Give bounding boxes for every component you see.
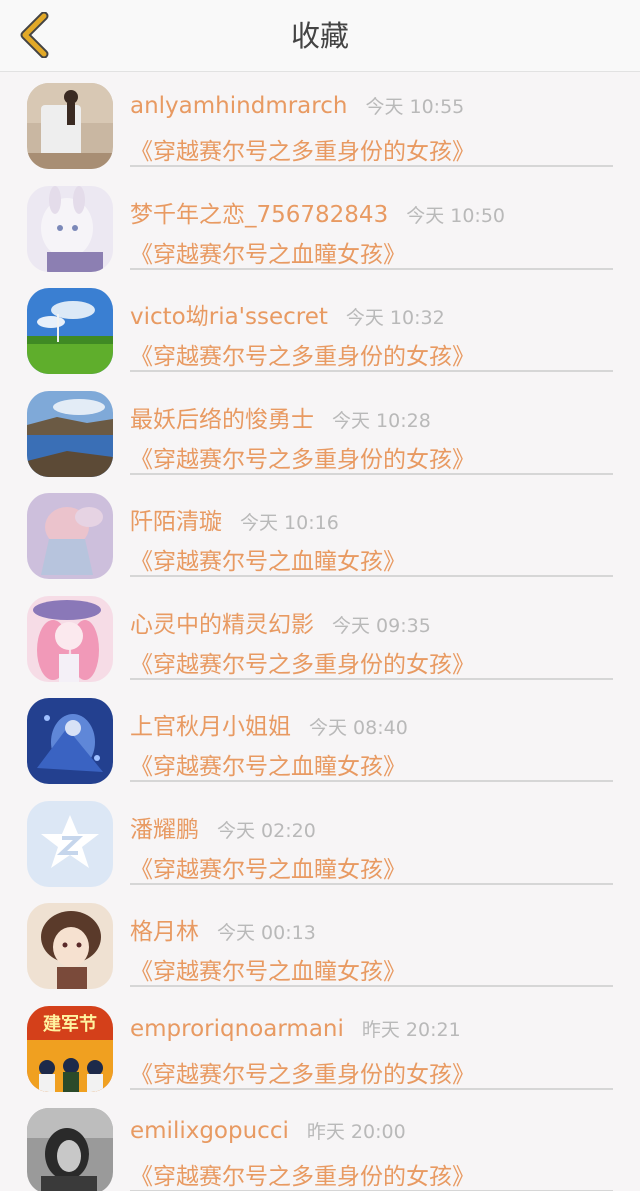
user-name: 格月林 今天 00:13 bbox=[130, 919, 316, 945]
timestamp: 今天 10:50 bbox=[406, 204, 505, 227]
divider bbox=[130, 1087, 613, 1090]
user-name: 最妖后络的悛勇士 今天 10:28 bbox=[130, 406, 431, 433]
timestamp: 今天 08:40 bbox=[309, 717, 408, 739]
user-name: 上官秋月小姐姐 今天 08:40 bbox=[130, 714, 408, 740]
user-name: 阡陌清璇 今天 10:16 bbox=[130, 509, 339, 535]
timestamp: 昨天 20:00 bbox=[306, 1121, 406, 1143]
avatar[interactable] bbox=[27, 595, 113, 682]
timestamp: 今天 10:16 bbox=[240, 512, 339, 534]
timestamp: 今天 00:13 bbox=[217, 922, 316, 944]
book-title[interactable]: 《穿越赛尔号之多重身份的女孩》 bbox=[130, 132, 475, 166]
timestamp: 今天 09:35 bbox=[332, 614, 431, 637]
book-title[interactable]: 《穿越赛尔号之多重身份的女孩》 bbox=[130, 1157, 475, 1191]
book-title[interactable]: 《穿越赛尔号之血瞳女孩》 bbox=[130, 952, 406, 986]
user-name: anlyamhindmrarch 今天 10:55 bbox=[130, 93, 465, 119]
book-title[interactable]: 《穿越赛尔号之多重身份的女孩》 bbox=[130, 337, 475, 371]
list-item[interactable]: 最妖后络的悛勇士 今天 10:28 《穿越赛尔号之多重身份的女孩》 bbox=[0, 380, 640, 483]
list-item[interactable]: 梦千年之恋_756782843 今天 10:50 《穿越赛尔号之血瞳女孩》 bbox=[0, 175, 640, 278]
list-item[interactable]: anlyamhindmrarch 今天 10:55 《穿越赛尔号之多重身份的女孩》 bbox=[0, 72, 640, 175]
navigation-bar: 收藏 bbox=[0, 0, 640, 72]
list-item[interactable]: 上官秋月小姐姐 今天 08:40 《穿越赛尔号之血瞳女孩》 bbox=[0, 687, 640, 790]
user-name: 梦千年之恋_756782843 今天 10:50 bbox=[130, 201, 505, 228]
user-name: 潘耀鹏 今天 02:20 bbox=[130, 816, 316, 843]
avatar[interactable] bbox=[27, 903, 113, 989]
divider bbox=[130, 370, 613, 372]
avatar[interactable] bbox=[27, 493, 113, 579]
book-title[interactable]: 《穿越赛尔号之多重身份的女孩》 bbox=[130, 440, 475, 474]
avatar[interactable] bbox=[27, 185, 113, 272]
book-title[interactable]: 《穿越赛尔号之血瞳女孩》 bbox=[130, 747, 406, 781]
list-item[interactable]: 建军节 emproriqnoarmani 昨天 20:21 《穿越赛尔号之多重身份… bbox=[0, 995, 640, 1098]
book-title[interactable]: 《穿越赛尔号之血瞳女孩》 bbox=[130, 542, 406, 576]
avatar[interactable] bbox=[27, 83, 113, 169]
user-name: victo坳ria'ssecret 今天 10:32 bbox=[130, 304, 445, 330]
user-name: emilixgopucci 昨天 20:00 bbox=[130, 1118, 406, 1144]
divider bbox=[130, 472, 613, 475]
avatar[interactable] bbox=[27, 698, 113, 784]
avatar[interactable] bbox=[27, 1108, 113, 1191]
divider bbox=[130, 780, 613, 782]
book-title[interactable]: 《穿越赛尔号之血瞳女孩》 bbox=[130, 235, 406, 269]
book-title[interactable]: 《穿越赛尔号之多重身份的女孩》 bbox=[130, 645, 475, 679]
favorites-list: anlyamhindmrarch 今天 10:55 《穿越赛尔号之多重身份的女孩》… bbox=[0, 72, 640, 1191]
divider bbox=[130, 677, 613, 680]
list-item[interactable]: emilixgopucci 昨天 20:00 《穿越赛尔号之多重身份的女孩》 bbox=[0, 1097, 640, 1191]
timestamp: 今天 10:55 bbox=[365, 96, 465, 118]
divider bbox=[130, 165, 613, 167]
book-title[interactable]: 《穿越赛尔号之多重身份的女孩》 bbox=[130, 1055, 475, 1089]
timestamp: 今天 10:32 bbox=[345, 307, 445, 329]
book-title[interactable]: 《穿越赛尔号之血瞳女孩》 bbox=[130, 850, 406, 884]
divider bbox=[130, 985, 613, 987]
divider bbox=[130, 882, 613, 885]
list-item[interactable]: 阡陌清璇 今天 10:16 《穿越赛尔号之血瞳女孩》 bbox=[0, 482, 640, 585]
avatar[interactable] bbox=[27, 800, 113, 887]
divider bbox=[130, 267, 613, 270]
list-item[interactable]: 潘耀鹏 今天 02:20 《穿越赛尔号之血瞳女孩》 bbox=[0, 790, 640, 893]
list-item[interactable]: victo坳ria'ssecret 今天 10:32 《穿越赛尔号之多重身份的女孩… bbox=[0, 277, 640, 380]
list-item[interactable]: 格月林 今天 00:13 《穿越赛尔号之血瞳女孩》 bbox=[0, 892, 640, 995]
list-item[interactable]: 心灵中的精灵幻影 今天 09:35 《穿越赛尔号之多重身份的女孩》 bbox=[0, 585, 640, 688]
user-name: 心灵中的精灵幻影 今天 09:35 bbox=[130, 611, 431, 638]
page-title: 收藏 bbox=[290, 19, 349, 53]
avatar-text: 建军节 bbox=[43, 1013, 97, 1035]
avatar[interactable] bbox=[27, 288, 113, 374]
avatar[interactable] bbox=[27, 390, 113, 477]
avatar[interactable]: 建军节 bbox=[27, 1005, 113, 1092]
timestamp: 今天 10:28 bbox=[332, 409, 431, 432]
divider bbox=[130, 575, 613, 577]
user-name: emproriqnoarmani 昨天 20:21 bbox=[130, 1015, 461, 1042]
timestamp: 昨天 20:21 bbox=[361, 1018, 461, 1041]
timestamp: 今天 02:20 bbox=[217, 819, 316, 842]
